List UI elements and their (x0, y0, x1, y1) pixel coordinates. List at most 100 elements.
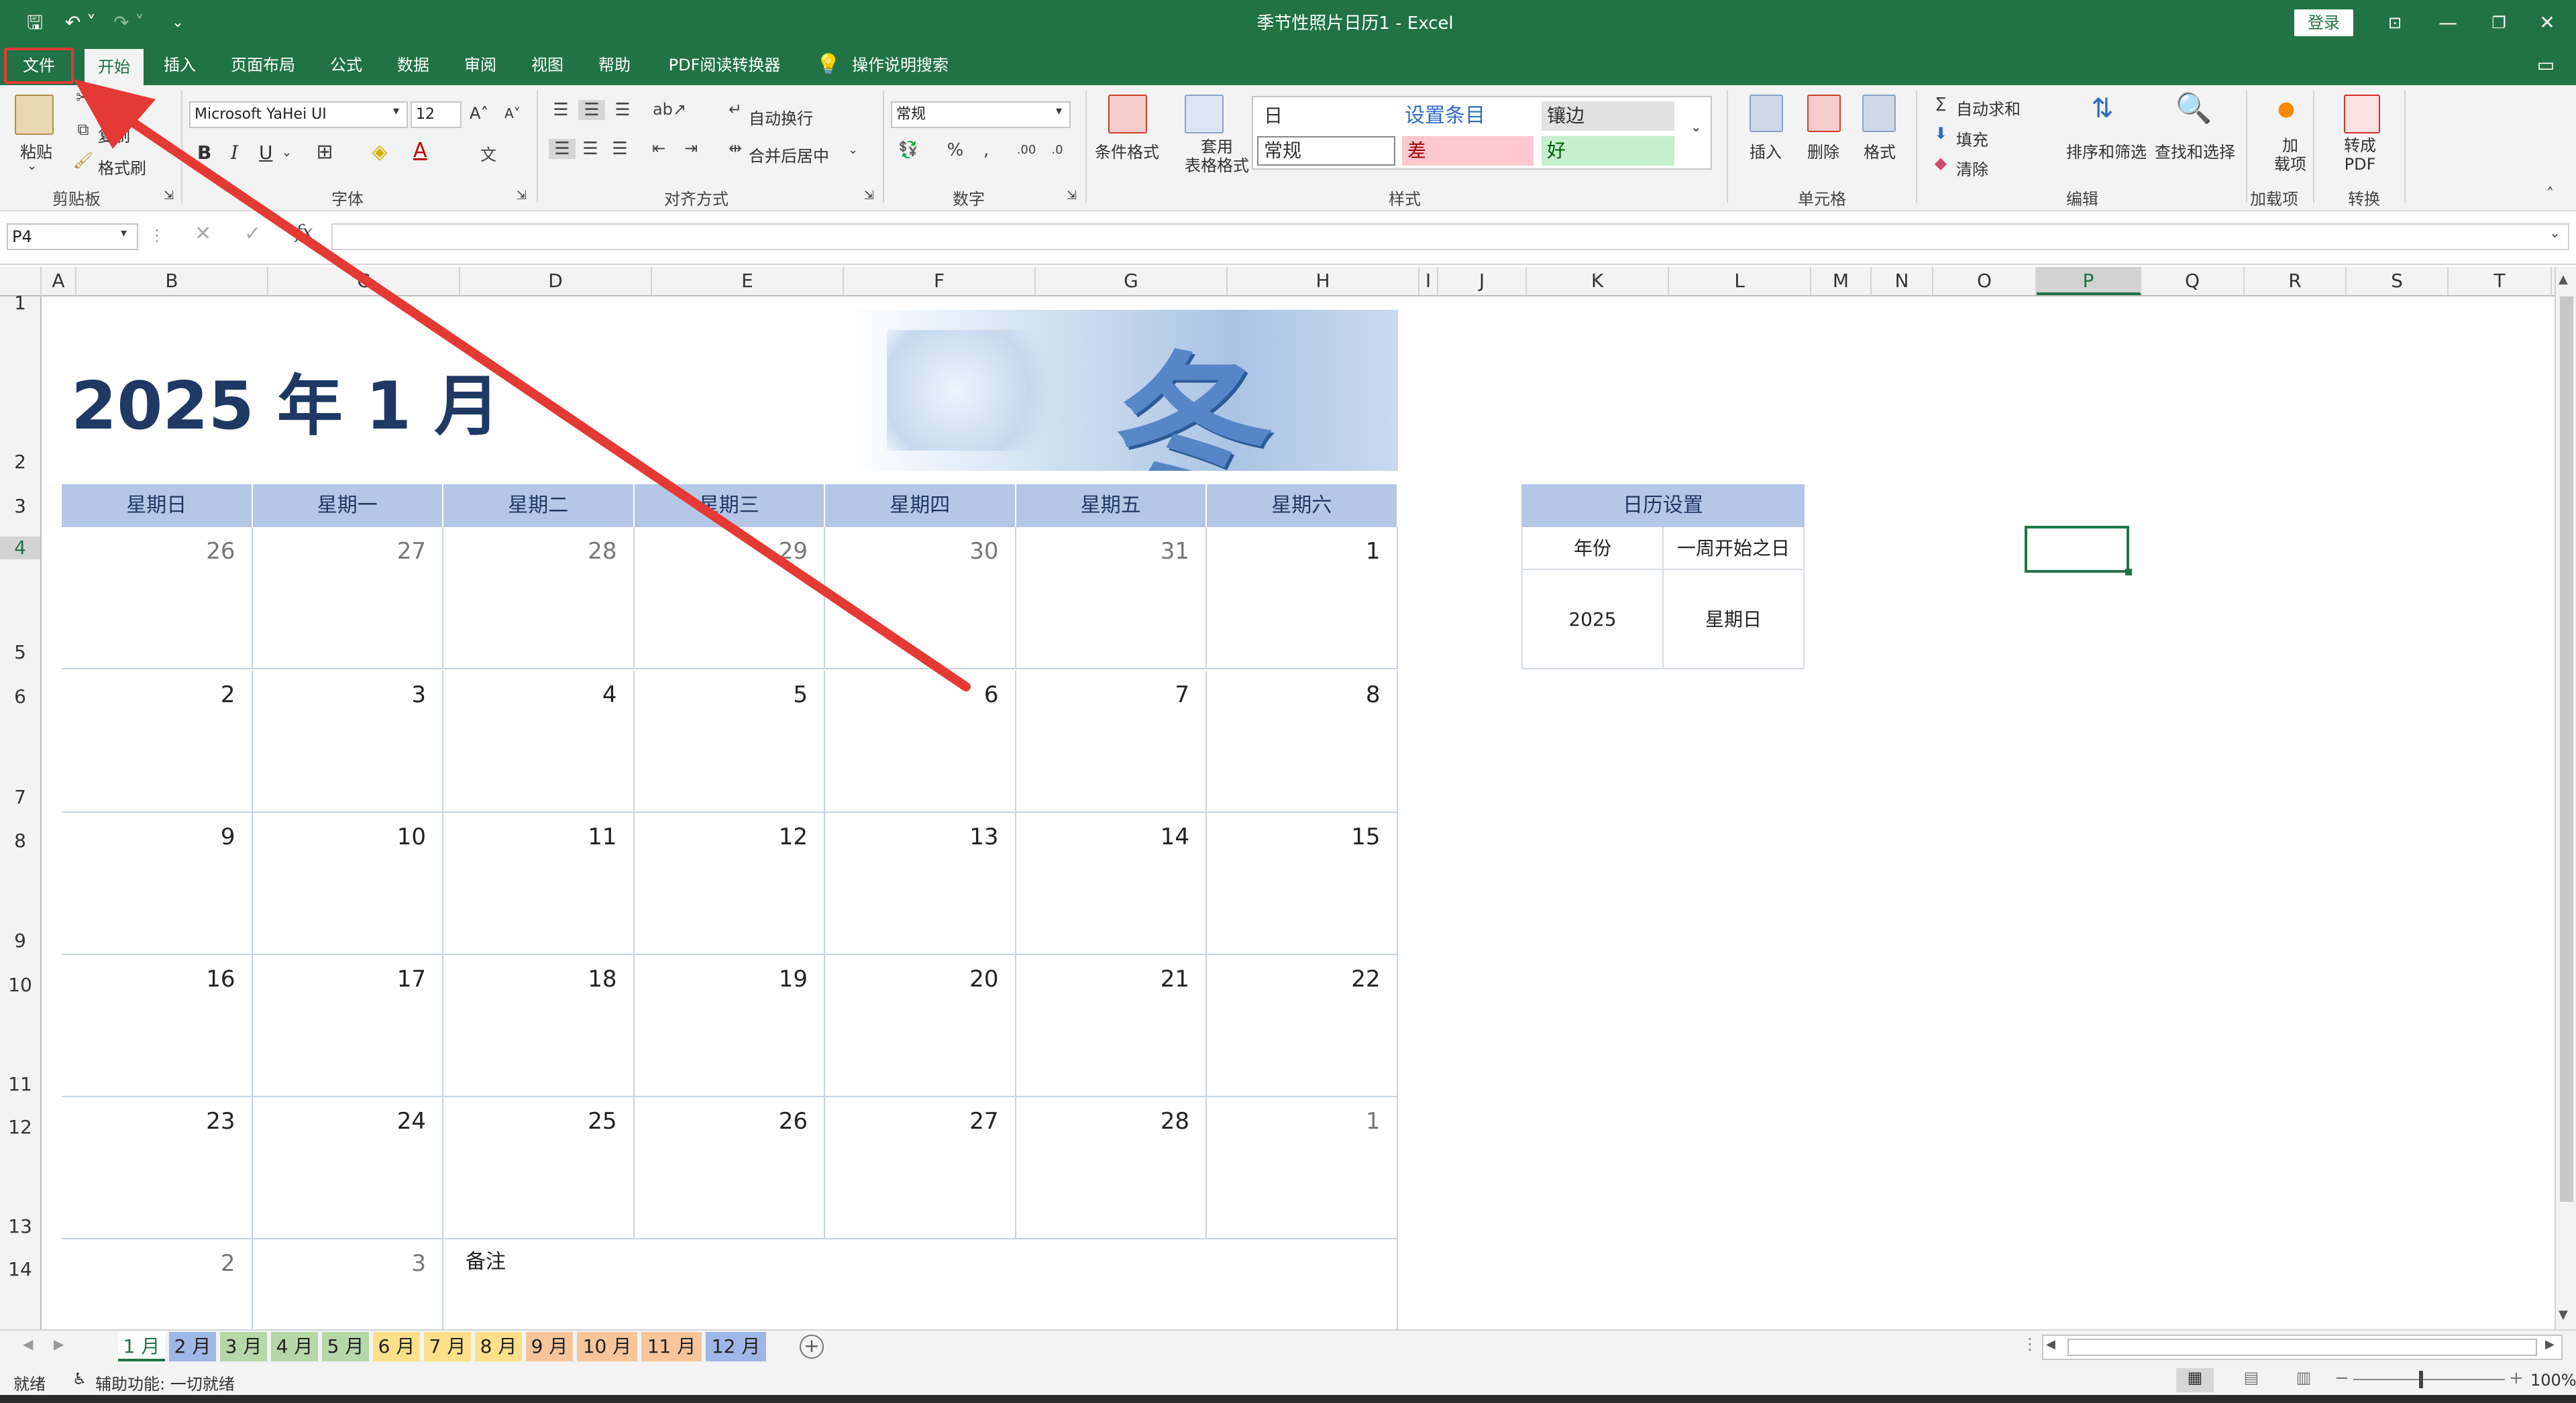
sort-filter-button[interactable]: 排序和筛选 (2066, 139, 2147, 162)
day-cell[interactable]: 31 (1016, 527, 1207, 669)
style-day[interactable]: 日 (1261, 101, 1395, 131)
paste-dropdown-icon[interactable]: ⌄ (27, 159, 37, 173)
format-cells-button[interactable]: 格式 (1864, 139, 1896, 162)
name-box[interactable]: P4 (7, 223, 138, 250)
column-header-g[interactable]: G (1036, 267, 1228, 295)
sheet-tab[interactable]: 7 月 (424, 1332, 471, 1361)
sheet-tab[interactable]: 8 月 (475, 1332, 522, 1361)
day-cell[interactable]: 29 (634, 527, 825, 669)
vertical-scroll-thumb[interactable] (2560, 296, 2573, 1202)
style-bad[interactable]: 差 (1402, 136, 1534, 166)
day-cell[interactable]: 28 (443, 527, 635, 669)
merge-center-icon[interactable]: ⇹ (723, 139, 747, 158)
formula-input[interactable] (331, 223, 2569, 250)
style-normal[interactable]: 常规 (1257, 136, 1395, 166)
number-launcher-icon[interactable]: ⇲ (1067, 188, 1077, 203)
fill-color-icon[interactable]: ◈ (366, 140, 393, 164)
row-header-2[interactable]: 2 (0, 451, 40, 473)
bold-button[interactable]: B (197, 142, 211, 164)
day-cell[interactable]: 16 (62, 955, 253, 1097)
merge-dropdown-icon[interactable]: ⌄ (848, 143, 858, 157)
sheet-tab[interactable]: 10 月 (577, 1332, 637, 1361)
pdf-convert-icon[interactable] (2344, 95, 2380, 133)
scroll-right-icon[interactable]: ▶ (2545, 1337, 2555, 1351)
day-cell[interactable]: 25 (443, 1097, 635, 1239)
paste-icon[interactable] (15, 95, 54, 135)
zoom-in-icon[interactable]: + (2509, 1368, 2524, 1388)
undo-icon[interactable]: ↶ ˅ (62, 7, 99, 39)
style-good[interactable]: 好 (1542, 136, 1674, 166)
day-cell[interactable]: 28 (1016, 1097, 1207, 1239)
comma-style-icon[interactable]: , (974, 140, 998, 160)
sheet-tab[interactable]: 6 月 (373, 1332, 420, 1361)
login-button[interactable]: 登录 (2294, 9, 2353, 36)
style-setting-item[interactable]: 设置条目 (1402, 101, 1534, 131)
sheet-tab[interactable]: 12 月 (706, 1332, 766, 1361)
tab-file[interactable]: 文件 (4, 48, 74, 84)
minimize-icon[interactable]: — (2431, 7, 2465, 39)
day-cell[interactable]: 30 (825, 527, 1016, 669)
accounting-format-icon[interactable]: 💱 (894, 140, 923, 159)
autosum-button[interactable]: 自动求和 (1956, 96, 2021, 119)
zoom-slider[interactable] (2353, 1379, 2505, 1380)
day-cell[interactable]: 5 (634, 671, 825, 813)
tab-page-layout[interactable]: 页面布局 (221, 45, 305, 85)
drag-handle-icon[interactable]: ⋮ (149, 226, 165, 245)
find-select-button[interactable]: 查找和选择 (2155, 139, 2235, 162)
column-header-o[interactable]: O (1933, 267, 2037, 295)
selected-cell-p4[interactable] (2025, 526, 2129, 573)
insert-cells-button[interactable]: 插入 (1750, 139, 1782, 162)
tab-view[interactable]: 视图 (521, 45, 574, 85)
day-cell[interactable]: 11 (443, 813, 635, 955)
italic-button[interactable]: I (231, 142, 238, 164)
column-header-t[interactable]: T (2449, 267, 2552, 295)
tab-data[interactable]: 数据 (386, 45, 440, 85)
fill-icon[interactable]: ⬇ (1931, 124, 1951, 143)
underline-dropdown-icon[interactable]: ⌄ (282, 146, 292, 160)
convert-pdf-button[interactable]: 转成 PDF (2344, 136, 2376, 174)
format-as-table-button[interactable]: 套用 表格格式 (1185, 137, 1249, 175)
collapse-ribbon-icon[interactable]: ˄ (2546, 186, 2554, 203)
restore-icon[interactable]: ❐ (2482, 7, 2516, 39)
format-as-table-icon[interactable] (1185, 95, 1224, 133)
notes-area[interactable] (443, 1239, 1398, 1329)
column-header-m[interactable]: M (1811, 267, 1872, 295)
column-header-s[interactable]: S (2347, 267, 2449, 295)
column-header-c[interactable]: C (268, 267, 460, 295)
close-icon[interactable]: ✕ (2530, 7, 2564, 39)
tab-pdf-converter[interactable]: PDF阅读转换器 (657, 45, 792, 85)
align-right-icon[interactable]: ☰ (608, 139, 632, 159)
row-header-6[interactable]: 6 (0, 685, 40, 708)
day-cell[interactable]: 3 (253, 1239, 443, 1329)
sheet-tab[interactable]: 5 月 (322, 1332, 369, 1361)
conditional-format-icon[interactable] (1108, 95, 1147, 133)
day-cell[interactable]: 10 (252, 813, 443, 955)
tab-split-handle-icon[interactable]: ⋮ (2022, 1335, 2038, 1353)
day-cell[interactable]: 8 (1207, 671, 1398, 813)
row-header-3[interactable]: 3 (0, 495, 40, 518)
align-middle-icon[interactable]: ☰ (578, 100, 605, 120)
vertical-scrollbar[interactable]: ▲ ▼ (2555, 267, 2576, 1329)
clear-icon[interactable]: ◆ (1931, 154, 1951, 172)
style-banding[interactable]: 镶边 (1542, 101, 1674, 131)
decrease-font-icon[interactable]: A˅ (504, 105, 521, 121)
customize-quick-access-icon[interactable]: ⌄ (168, 7, 188, 39)
column-header-d[interactable]: D (460, 267, 652, 295)
clipboard-launcher-icon[interactable]: ⇲ (164, 188, 174, 203)
addins-icon[interactable]: ● (2267, 97, 2305, 121)
delete-cells-button[interactable]: 删除 (1807, 139, 1839, 162)
save-icon[interactable]: 🖫 (20, 7, 50, 39)
sheet-tab[interactable]: 3 月 (220, 1332, 267, 1361)
column-header-r[interactable]: R (2245, 267, 2347, 295)
day-cell[interactable]: 23 (62, 1097, 253, 1239)
column-header-e[interactable]: E (652, 267, 844, 295)
tab-formulas[interactable]: 公式 (319, 45, 373, 85)
column-header-q[interactable]: Q (2141, 267, 2245, 295)
column-header-l[interactable]: L (1669, 267, 1811, 295)
align-center-icon[interactable]: ☰ (578, 139, 602, 159)
autosum-icon[interactable]: Σ (1931, 93, 1951, 115)
week-start-value-cell[interactable]: 星期日 (1662, 570, 1805, 669)
insert-function-icon[interactable]: fx (295, 221, 313, 243)
borders-icon[interactable]: ⊞ (311, 140, 338, 164)
page-break-view-icon[interactable]: ▥ (2285, 1368, 2322, 1392)
